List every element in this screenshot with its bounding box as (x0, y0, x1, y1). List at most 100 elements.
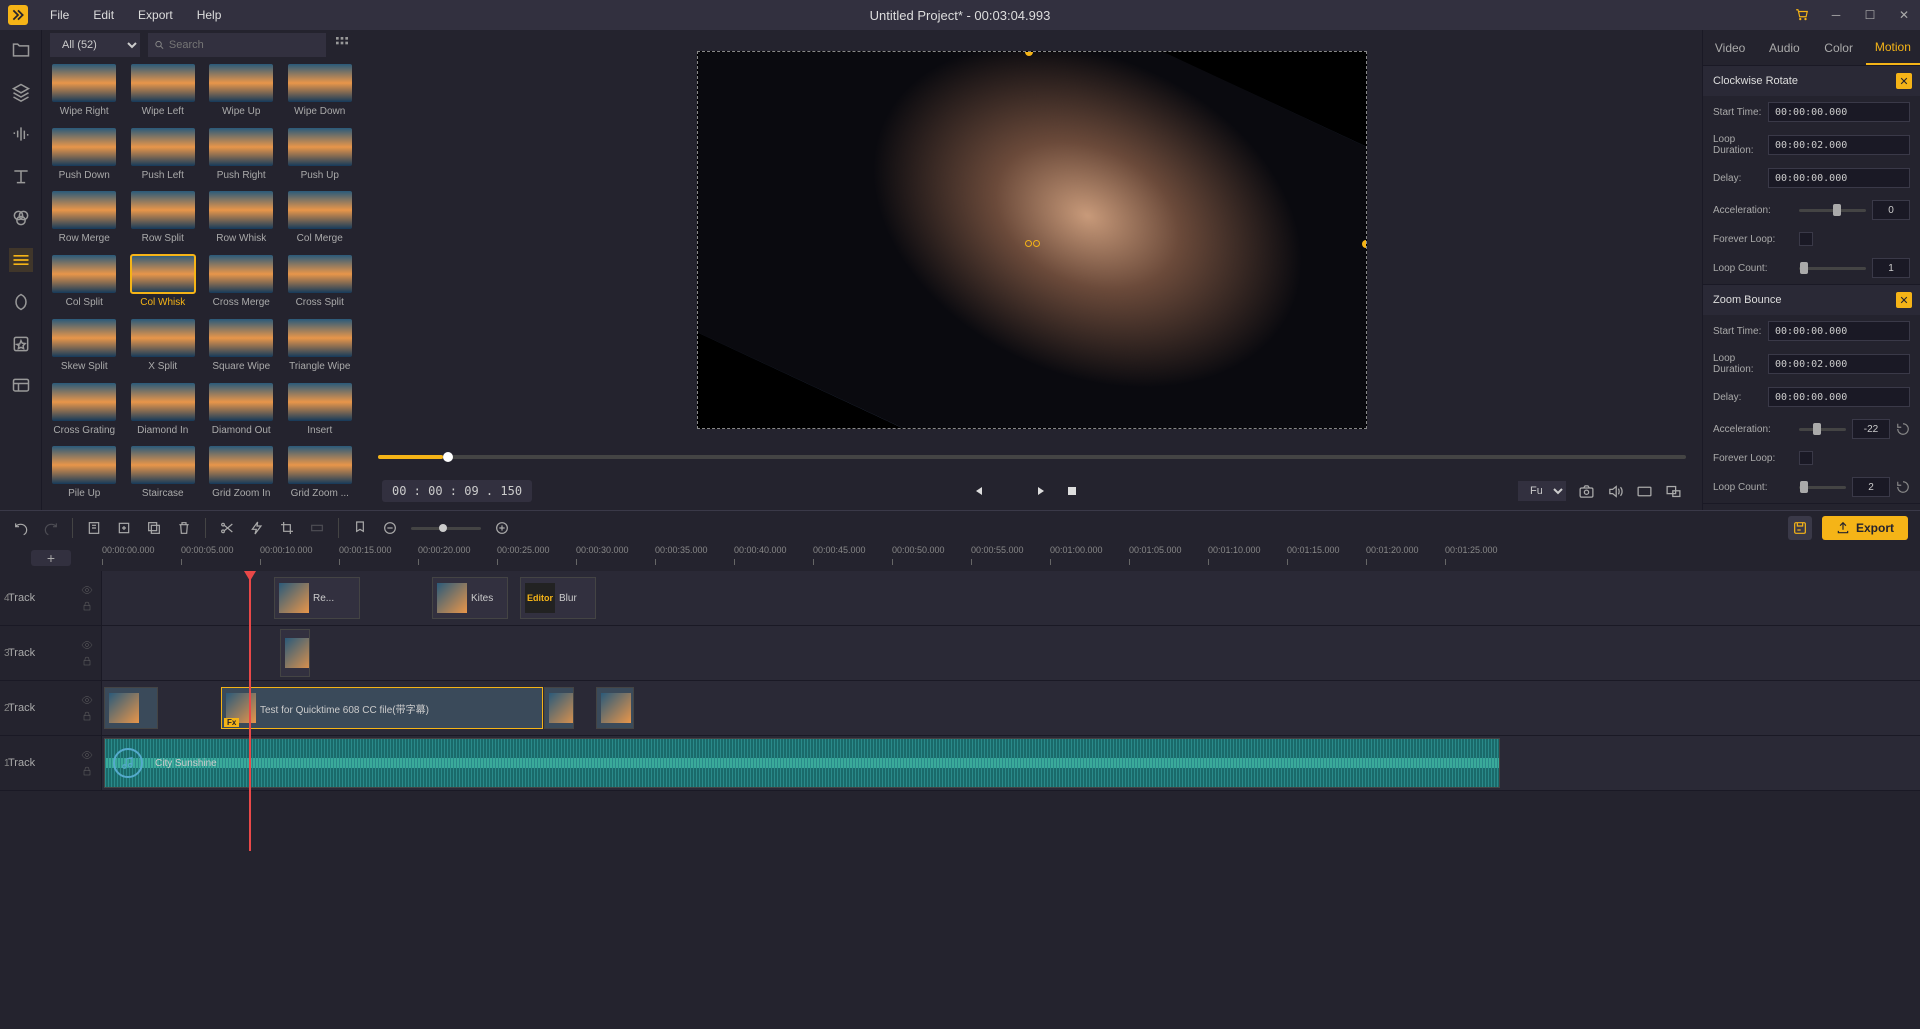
props-tab-audio[interactable]: Audio (1757, 30, 1811, 65)
layers-icon[interactable] (9, 80, 33, 104)
transition-wipe-up[interactable]: Wipe Up (205, 64, 278, 124)
mark-in-icon[interactable] (85, 519, 103, 537)
menu-file[interactable]: File (40, 4, 79, 26)
lock-icon[interactable] (81, 765, 93, 777)
marker-icon[interactable] (351, 519, 369, 537)
menu-export[interactable]: Export (128, 4, 183, 26)
transition-col-merge[interactable]: Col Merge (284, 191, 357, 251)
timeline-ruler[interactable]: 00:00:00.00000:00:05.00000:00:10.00000:0… (102, 545, 1920, 571)
stop-button[interactable] (1064, 483, 1080, 499)
undo-button[interactable] (12, 519, 30, 537)
transition-col-split[interactable]: Col Split (48, 255, 121, 315)
visibility-icon[interactable] (81, 694, 93, 706)
lock-icon[interactable] (81, 710, 93, 722)
track-content[interactable] (102, 626, 1920, 680)
split-icon[interactable] (218, 519, 236, 537)
timeline-clip[interactable] (544, 687, 574, 729)
timeline-clip[interactable] (104, 687, 158, 729)
transition-cross-split[interactable]: Cross Split (284, 255, 357, 315)
delay-input[interactable] (1768, 387, 1910, 407)
props-tab-color[interactable]: Color (1812, 30, 1866, 65)
maximize-button[interactable]: ☐ (1862, 7, 1878, 23)
visibility-icon[interactable] (81, 639, 93, 651)
scrubber-thumb[interactable] (443, 452, 453, 462)
aspect-icon[interactable] (1636, 483, 1653, 500)
timeline-clip[interactable] (596, 687, 634, 729)
transition-cross-grating[interactable]: Cross Grating (48, 383, 121, 443)
transition-col-whisk[interactable]: Col Whisk (127, 255, 200, 315)
timeline-clip[interactable]: Kites (432, 577, 508, 619)
acceleration-slider[interactable] (1799, 209, 1866, 212)
transition-diamond-in[interactable]: Diamond In (127, 383, 200, 443)
delay-input[interactable] (1768, 168, 1910, 188)
loop-count-slider[interactable] (1799, 486, 1846, 489)
preview-scrubber[interactable] (378, 455, 1686, 459)
center-anchor-icon[interactable] (1025, 240, 1040, 247)
transitions-filter-dropdown[interactable]: All (52) (50, 33, 140, 57)
duplicate-icon[interactable] (145, 519, 163, 537)
transition-staircase[interactable]: Staircase (127, 446, 200, 506)
track-content[interactable]: Re... Kites EditorBlur (102, 571, 1920, 625)
media-tab-icon[interactable] (9, 38, 33, 62)
timeline-clip[interactable] (280, 629, 310, 677)
timeline-clip[interactable]: Test for Quicktime 608 CC file(带字幕)Fx (221, 687, 543, 729)
forever-loop-checkbox[interactable] (1799, 232, 1813, 246)
transition-push-up[interactable]: Push Up (284, 128, 357, 188)
transition-cross-merge[interactable]: Cross Merge (205, 255, 278, 315)
fullscreen-icon[interactable] (1665, 483, 1682, 500)
reset-icon[interactable] (1896, 422, 1910, 436)
add-track-button[interactable]: + (31, 550, 71, 566)
export-button[interactable]: Export (1822, 516, 1908, 540)
close-button[interactable]: ✕ (1896, 7, 1912, 23)
audio-icon[interactable] (9, 122, 33, 146)
visibility-icon[interactable] (81, 584, 93, 596)
transition-insert[interactable]: Insert (284, 383, 357, 443)
rotation-handle-right[interactable] (1362, 240, 1367, 248)
transition-pile-up[interactable]: Pile Up (48, 446, 121, 506)
transition-row-merge[interactable]: Row Merge (48, 191, 121, 251)
menu-help[interactable]: Help (187, 4, 232, 26)
search-input[interactable] (169, 39, 320, 51)
speed-icon[interactable] (248, 519, 266, 537)
elements-icon[interactable] (9, 290, 33, 314)
loop-count-slider[interactable] (1799, 267, 1866, 270)
redo-button[interactable] (42, 519, 60, 537)
timeline-clip[interactable]: EditorBlur (520, 577, 596, 619)
transition-x-split[interactable]: X Split (127, 319, 200, 379)
acceleration-input[interactable] (1852, 419, 1890, 439)
transition-row-whisk[interactable]: Row Whisk (205, 191, 278, 251)
section-remove-button[interactable]: ✕ (1896, 292, 1912, 308)
preview-canvas[interactable] (697, 51, 1367, 429)
lock-icon[interactable] (81, 655, 93, 667)
forever-loop-checkbox[interactable] (1799, 451, 1813, 465)
transition-push-left[interactable]: Push Left (127, 128, 200, 188)
start-time-input[interactable] (1768, 102, 1910, 122)
zoom-slider[interactable] (411, 527, 481, 530)
add-marker-icon[interactable] (115, 519, 133, 537)
next-frame-button[interactable] (1034, 483, 1050, 499)
transitions-icon[interactable] (9, 248, 33, 272)
props-tab-video[interactable]: Video (1703, 30, 1757, 65)
minimize-button[interactable]: ─ (1828, 7, 1844, 23)
transition-skew-split[interactable]: Skew Split (48, 319, 121, 379)
transition-push-down[interactable]: Push Down (48, 128, 121, 188)
transition-grid-zoom-[interactable]: Grid Zoom ... (284, 446, 357, 506)
crop-icon[interactable] (278, 519, 296, 537)
acceleration-slider[interactable] (1799, 428, 1846, 431)
loop-count-input[interactable] (1872, 258, 1910, 278)
section-remove-button[interactable]: ✕ (1896, 73, 1912, 89)
start-time-input[interactable] (1768, 321, 1910, 341)
props-tab-motion[interactable]: Motion (1866, 30, 1920, 65)
delete-icon[interactable] (175, 519, 193, 537)
templates-icon[interactable] (9, 374, 33, 398)
snapshot-icon[interactable] (1578, 483, 1595, 500)
fit-dropdown[interactable]: Full (1518, 481, 1566, 501)
transition-wipe-left[interactable]: Wipe Left (127, 64, 200, 124)
text-icon[interactable] (9, 164, 33, 188)
volume-icon[interactable] (1607, 483, 1624, 500)
loop-duration-input[interactable] (1768, 354, 1910, 374)
timeline-clip[interactable]: Re... (274, 577, 360, 619)
transition-push-right[interactable]: Push Right (205, 128, 278, 188)
transition-wipe-down[interactable]: Wipe Down (284, 64, 357, 124)
cart-icon[interactable] (1794, 7, 1810, 23)
